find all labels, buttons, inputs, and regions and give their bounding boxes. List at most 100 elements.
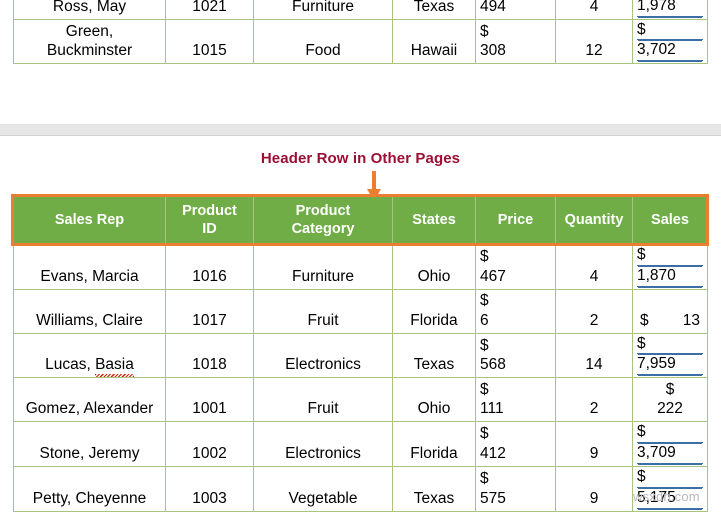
- cell-states: Texas: [392, 0, 476, 20]
- cell-sales-rep: Evans, Marcia: [13, 244, 166, 290]
- cell-price: $ 467: [475, 244, 556, 290]
- cell-sales: $ 3,709: [632, 421, 708, 467]
- sales-value: 13: [682, 311, 700, 329]
- sales-accounting: $ 3,709: [637, 423, 703, 464]
- header-product-category[interactable]: Product Category: [253, 196, 393, 245]
- table-row: Evans, Marcia 1016 Furniture Ohio $ 467 …: [13, 244, 708, 290]
- header-label-line1: Price: [497, 211, 534, 228]
- header-product-id[interactable]: Product ID: [165, 196, 254, 245]
- cell-product-category: Vegetable: [253, 465, 393, 512]
- header-label-line2: ID: [202, 220, 217, 237]
- cell-product-category: Food: [253, 18, 393, 65]
- header-label-line1: Sales Rep: [54, 211, 125, 228]
- table-row: Stone, Jeremy 1002 Electronics Florida $…: [13, 421, 708, 467]
- cell-sales-rep: Green, Buckminster: [13, 18, 166, 65]
- sales-value: 222: [657, 400, 683, 418]
- header-sales-rep[interactable]: Sales Rep: [13, 196, 166, 245]
- price-accounting: $ 494: [480, 0, 551, 17]
- cell-price: $ 575: [475, 465, 556, 512]
- price-accounting: $ 412: [480, 424, 551, 464]
- cell-product-id: 1003: [165, 465, 254, 512]
- header-quantity[interactable]: Quantity: [555, 196, 633, 245]
- cell-product-category: Electronics: [253, 421, 393, 467]
- sales-accounting: $ 13: [637, 311, 703, 331]
- cell-price: $ 111: [475, 377, 556, 423]
- price-value: 467: [480, 267, 506, 285]
- main-data-table: Sales Rep Product ID Product Category St…: [13, 196, 708, 512]
- table-row: Ross, May 1021 Furniture Texas $ 494 4 $…: [13, 0, 708, 20]
- sales-rep-line1: Green,: [65, 22, 114, 40]
- cell-product-category: Fruit: [253, 288, 393, 334]
- table-row: Petty, Cheyenne 1003 Vegetable Texas $ 5…: [13, 465, 708, 512]
- cell-product-id: 1002: [165, 421, 254, 467]
- price-value: 568: [480, 356, 506, 374]
- spreadsheet-screenshot: Ross, May 1021 Furniture Texas $ 494 4 $…: [0, 0, 721, 512]
- table-row: Green, Buckminster 1015 Food Hawaii $ 30…: [13, 18, 708, 65]
- currency-symbol: $: [637, 245, 703, 266]
- currency-symbol: $: [480, 380, 489, 398]
- sales-value: 3,709: [637, 443, 703, 464]
- table-row: Gomez, Alexander 1001 Fruit Ohio $ 111 2…: [13, 377, 708, 423]
- header-label-line1: Quantity: [564, 211, 624, 228]
- cell-sales-rep: Lucas, Basia: [13, 332, 166, 379]
- annotation-title: Header Row in Other Pages: [260, 150, 461, 167]
- cell-sales: $ 3,702: [632, 18, 708, 65]
- cell-sales-rep: Stone, Jeremy: [13, 421, 166, 467]
- price-accounting: $ 575: [480, 469, 551, 509]
- cell-price: $ 308: [475, 18, 556, 65]
- sales-value: 5,175: [637, 488, 703, 509]
- cell-sales: $ 1,978: [632, 0, 708, 20]
- sales-value: 3,702: [637, 40, 703, 62]
- sales-value: 1,978: [637, 0, 703, 17]
- cell-product-category: Fruit: [253, 377, 393, 423]
- cell-states: Ohio: [392, 377, 476, 423]
- sales-accounting: $ 5,175: [637, 467, 703, 509]
- sales-accounting: $ 3,702: [637, 20, 703, 62]
- price-value: 412: [480, 445, 506, 463]
- currency-symbol: $: [637, 20, 703, 41]
- cell-states: Florida: [392, 288, 476, 334]
- cell-states: Texas: [392, 465, 476, 512]
- cell-quantity: 14: [555, 332, 633, 379]
- header-sales[interactable]: Sales: [632, 196, 708, 245]
- price-value: 494: [480, 0, 506, 15]
- header-price[interactable]: Price: [475, 196, 556, 245]
- sales-accounting: $ 222: [637, 380, 703, 420]
- cell-product-id: 1018: [165, 332, 254, 379]
- page-separator-band: [0, 124, 721, 136]
- header-label-line1: Product: [295, 202, 351, 219]
- cell-product-id: 1016: [165, 244, 254, 290]
- header-states[interactable]: States: [392, 196, 476, 245]
- cell-price: $ 412: [475, 421, 556, 467]
- cell-sales: $ 1,870: [632, 244, 708, 290]
- cell-quantity: 12: [555, 18, 633, 65]
- currency-symbol: $: [480, 292, 489, 309]
- currency-symbol: $: [480, 248, 489, 265]
- price-accounting: $ 6: [480, 291, 551, 331]
- price-accounting: $ 111: [480, 380, 551, 420]
- table-header-row: Sales Rep Product ID Product Category St…: [13, 196, 708, 245]
- table-row: Williams, Claire 1017 Fruit Florida $ 6 …: [13, 288, 708, 334]
- currency-symbol: $: [640, 311, 649, 329]
- currency-symbol: $: [637, 334, 703, 355]
- cell-quantity: 2: [555, 288, 633, 334]
- header-label-line1: Sales: [651, 211, 689, 228]
- misspelled-word: Basia: [95, 356, 134, 377]
- cell-sales: $ 5,175: [632, 465, 708, 512]
- cell-sales-rep: Williams, Claire: [13, 288, 166, 334]
- currency-symbol: $: [637, 423, 703, 444]
- cell-product-id: 1001: [165, 377, 254, 423]
- cell-product-category: Furniture: [253, 244, 393, 290]
- sales-accounting: $ 1,870: [637, 245, 703, 287]
- cell-states: Florida: [392, 421, 476, 467]
- price-value: 575: [480, 489, 506, 507]
- cell-sales-rep: Petty, Cheyenne: [13, 465, 166, 512]
- cell-states: Texas: [392, 332, 476, 379]
- price-value: 6: [480, 311, 489, 329]
- currency-symbol: $: [480, 425, 489, 443]
- header-label-line1: Product: [182, 202, 237, 219]
- cell-states: Ohio: [392, 244, 476, 290]
- cell-quantity: 4: [555, 244, 633, 290]
- cell-product-category: Electronics: [253, 332, 393, 379]
- cell-price: $ 494: [475, 0, 556, 20]
